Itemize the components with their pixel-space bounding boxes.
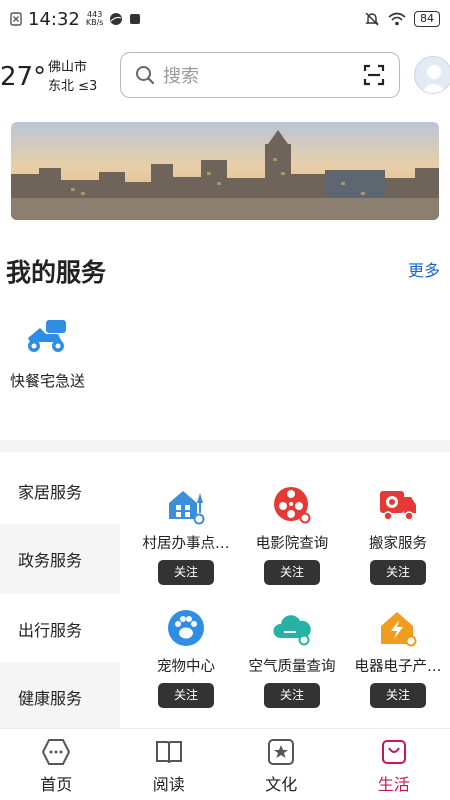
category-health-service[interactable]: 健康服务 <box>0 662 120 732</box>
service-label: 搬家服务 <box>369 536 427 552</box>
app-square-icon <box>130 14 141 24</box>
service-item-cinema[interactable]: 电影院查询 关注 <box>237 485 347 595</box>
follow-button[interactable]: 关注 <box>264 683 320 708</box>
category-government-service[interactable]: 政务服务 <box>0 524 120 594</box>
section-divider <box>0 440 450 452</box>
weather-info[interactable]: 佛山市 东北 ≤3 <box>48 58 114 96</box>
service-item-moving[interactable]: 搬家服务 关注 <box>343 485 450 595</box>
search-box[interactable]: 搜索 <box>120 52 400 98</box>
electric-house-icon <box>381 612 417 647</box>
city-skyline-image <box>11 122 439 220</box>
tab-label: 首页 <box>40 775 73 794</box>
paw-icon <box>168 610 204 646</box>
search-placeholder: 搜索 <box>163 66 199 87</box>
service-label: 村居办事点… <box>142 536 230 552</box>
service-item-electronics[interactable]: 电器电子产… 关注 <box>343 608 450 718</box>
house-icon <box>169 491 205 525</box>
scooter-icon <box>28 320 66 352</box>
service-label: 空气质量查询 <box>248 659 336 675</box>
city-name: 佛山市 <box>48 60 88 75</box>
tab-home[interactable]: 首页 <box>0 729 113 800</box>
header: 27° 佛山市 东北 ≤3 搜索 <box>0 46 450 108</box>
truck-icon <box>380 491 416 521</box>
follow-button[interactable]: 关注 <box>158 683 214 708</box>
service-label: 电影院查询 <box>255 536 329 552</box>
more-link[interactable]: 更多 <box>408 257 440 281</box>
tab-life[interactable]: 生活 <box>338 729 450 800</box>
category-sidebar: 家居服务 政务服务 出行服务 健康服务 <box>0 452 120 732</box>
follow-button[interactable]: 关注 <box>264 560 320 585</box>
battery-indicator: 84 <box>414 11 440 27</box>
tab-label: 生活 <box>377 775 410 794</box>
service-label: 电器电子产… <box>354 659 442 675</box>
cloud-icon <box>273 615 311 646</box>
home-hexagon-icon <box>42 739 71 765</box>
film-reel-icon <box>274 487 311 524</box>
screen: 14:32 443 KB/s 84 27° 佛山市 东北 ≤3 搜索 我的服务 … <box>0 0 450 800</box>
network-speed: 443 KB/s <box>86 11 104 27</box>
service-item-air-quality[interactable]: 空气质量查询 关注 <box>237 608 347 718</box>
bottom-navigation: 首页 阅读 文化 生活 <box>0 728 450 800</box>
category-travel-service[interactable]: 出行服务 <box>0 594 120 664</box>
service-label: 宠物中心 <box>157 659 215 675</box>
tab-reading[interactable]: 阅读 <box>113 729 226 800</box>
search-icon <box>136 66 155 85</box>
mute-bell-icon <box>365 12 379 26</box>
follow-button[interactable]: 关注 <box>370 683 426 708</box>
tab-label: 文化 <box>265 775 298 794</box>
net-speed-unit: KB/s <box>85 18 104 27</box>
app-circle-icon <box>110 13 123 25</box>
service-item-pet-center[interactable]: 宠物中心 关注 <box>131 608 241 718</box>
city-banner[interactable] <box>11 122 439 220</box>
book-icon <box>155 741 182 764</box>
avatar[interactable] <box>414 56 450 94</box>
star-badge-icon <box>268 739 295 765</box>
category-home-service[interactable]: 家居服务 <box>0 456 120 526</box>
service-item-village-office[interactable]: 村居办事点… 关注 <box>131 485 241 595</box>
user-avatar-icon <box>421 65 447 93</box>
my-service-label: 快餐宅急送 <box>10 372 86 390</box>
follow-button[interactable]: 关注 <box>158 560 214 585</box>
temperature: 27° <box>0 62 47 92</box>
status-bar: 14:32 443 KB/s 84 <box>0 0 450 38</box>
wifi-icon <box>388 12 406 26</box>
clock-time: 14:32 <box>28 8 80 30</box>
tab-culture[interactable]: 文化 <box>225 729 338 800</box>
close-notification-icon <box>10 12 22 26</box>
wind-info: 东北 ≤3 <box>48 79 98 94</box>
tab-label: 阅读 <box>152 775 185 794</box>
scan-icon[interactable] <box>363 64 385 86</box>
follow-button[interactable]: 关注 <box>370 560 426 585</box>
my-services-title: 我的服务 <box>6 258 107 287</box>
bag-icon <box>381 740 406 764</box>
